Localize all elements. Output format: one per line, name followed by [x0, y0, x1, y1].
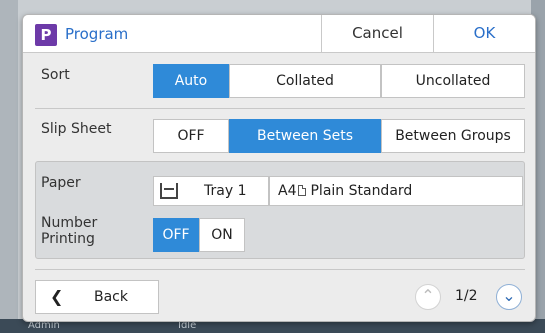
back-label: Back: [94, 289, 128, 305]
slip-sheet-label: Slip Sheet: [41, 121, 112, 137]
sort-option-collated[interactable]: Collated: [229, 64, 381, 98]
paper-label: Paper: [41, 175, 81, 191]
paper-size: A4: [278, 183, 297, 199]
program-dialog: P Program Cancel OK Sort Auto Collated U…: [22, 14, 536, 322]
sort-label: Sort: [41, 67, 70, 83]
ok-button[interactable]: OK: [433, 15, 535, 52]
number-printing-label-line1: Number: [41, 215, 98, 231]
section-divider: [35, 108, 525, 109]
page-indicator: 1/2: [455, 288, 478, 304]
cancel-button[interactable]: Cancel: [321, 15, 433, 52]
number-printing-option-on[interactable]: ON: [199, 218, 245, 252]
page-up-button[interactable]: ⌃: [415, 284, 441, 310]
tray-label: Tray 1: [204, 183, 247, 199]
paper-info: A4 Plain Standard: [269, 176, 523, 206]
dialog-titlebar: P Program Cancel OK: [23, 15, 535, 53]
dialog-title: Program: [65, 25, 129, 43]
number-printing-option-off[interactable]: OFF: [153, 218, 199, 252]
program-icon: P: [35, 24, 57, 46]
paper-tray-button[interactable]: Tray 1: [153, 176, 269, 206]
back-button[interactable]: ❮ Back: [35, 280, 159, 314]
number-printing-label: Number Printing: [41, 215, 97, 247]
sort-option-auto[interactable]: Auto: [153, 64, 229, 98]
footer-divider: [35, 269, 525, 270]
number-printing-label-line2: Printing: [41, 231, 95, 247]
slip-sheet-option-off[interactable]: OFF: [153, 119, 229, 153]
chevron-left-icon: ❮: [50, 287, 64, 306]
slip-sheet-option-between-groups[interactable]: Between Groups: [381, 119, 525, 153]
paper-type: Plain Standard: [310, 183, 413, 199]
page-down-button[interactable]: ⌄: [496, 284, 522, 310]
portrait-orientation-icon: [298, 185, 307, 196]
background-left-strip: [0, 0, 18, 333]
slip-sheet-option-between-sets[interactable]: Between Sets: [229, 119, 381, 153]
chevron-up-icon: ⌃: [421, 286, 435, 305]
chevron-down-icon: ⌄: [502, 286, 516, 305]
paper-tray-icon: [160, 183, 178, 199]
sort-option-uncollated[interactable]: Uncollated: [381, 64, 525, 98]
